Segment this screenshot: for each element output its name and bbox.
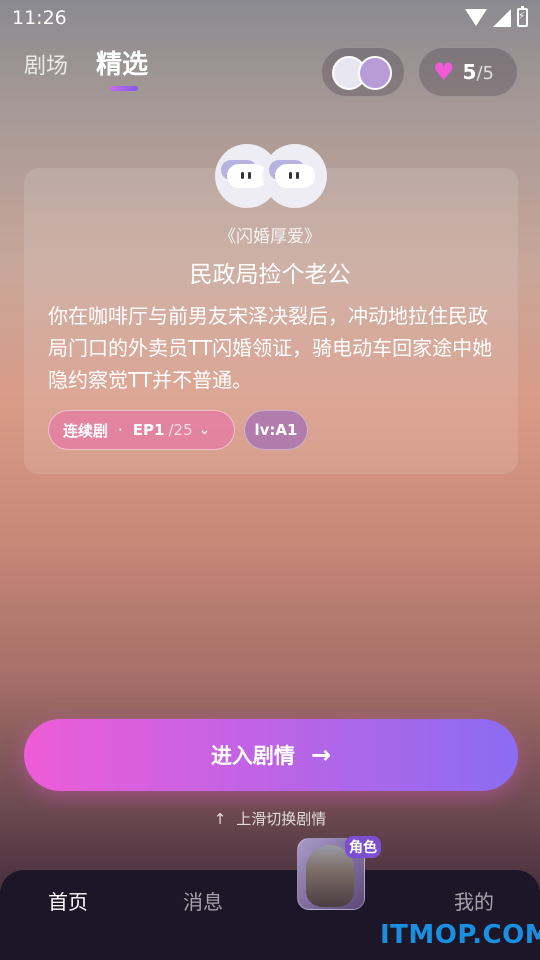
ghost-icon — [227, 164, 267, 188]
avatar — [263, 144, 327, 208]
story-description: 你在咖啡厅与前男友宋泽决裂后，冲动地拉住民政局门口的外卖员TT闪婚领证，骑电动车… — [48, 304, 493, 392]
hearts-total: /5 — [476, 63, 494, 84]
story-title: 民政局捡个老公 — [189, 262, 351, 288]
nav-item-home[interactable]: 首页 — [48, 886, 88, 915]
level-badge: lv:A1 — [244, 410, 308, 450]
hearts-counter[interactable]: ♥ 5/5 — [418, 47, 518, 97]
arrow-right-icon: → — [310, 741, 332, 769]
episode-label: EP1 — [132, 421, 165, 439]
episode-total: /25 — [168, 421, 193, 439]
watermark: ITMOP.COM — [380, 920, 540, 950]
story-subtitle: 《闪婚厚爱》 — [219, 227, 321, 247]
active-tab-indicator — [110, 86, 138, 91]
series-label: 连续剧 — [63, 421, 109, 440]
heart-icon: ♥ — [433, 58, 455, 86]
status-bar: 11:26 — [0, 0, 540, 36]
battery-icon — [517, 6, 528, 27]
episode-selector[interactable]: 连续剧 · EP1 /25 ⌄ — [48, 410, 235, 450]
status-icons — [465, 6, 528, 27]
nav-item-messages[interactable]: 消息 — [183, 886, 223, 915]
swipe-hint: ↑ 上滑切换剧情 — [0, 808, 540, 829]
nav-item-profile[interactable]: 我的 — [454, 886, 494, 915]
tab-theater[interactable]: 剧场 — [24, 48, 68, 80]
signal-icon — [493, 8, 511, 27]
story-avatars — [215, 144, 329, 210]
enter-story-label: 进入剧情 — [210, 744, 295, 768]
role-badge: 角色 — [345, 836, 381, 858]
wifi-icon — [465, 9, 487, 26]
enter-story-button[interactable]: 进入剧情 → — [24, 719, 518, 791]
character-avatars-button[interactable] — [321, 47, 405, 97]
arrow-up-icon: ↑ — [213, 810, 227, 828]
ghost-icon — [275, 164, 315, 188]
separator-dot: · — [118, 421, 123, 439]
avatar — [358, 56, 392, 90]
tab-featured[interactable]: 精选 — [96, 44, 148, 81]
swipe-hint-label: 上滑切换剧情 — [236, 810, 327, 828]
hearts-count: 5 — [462, 60, 477, 84]
status-time: 11:26 — [12, 7, 67, 29]
chevron-down-icon: ⌄ — [198, 422, 211, 438]
